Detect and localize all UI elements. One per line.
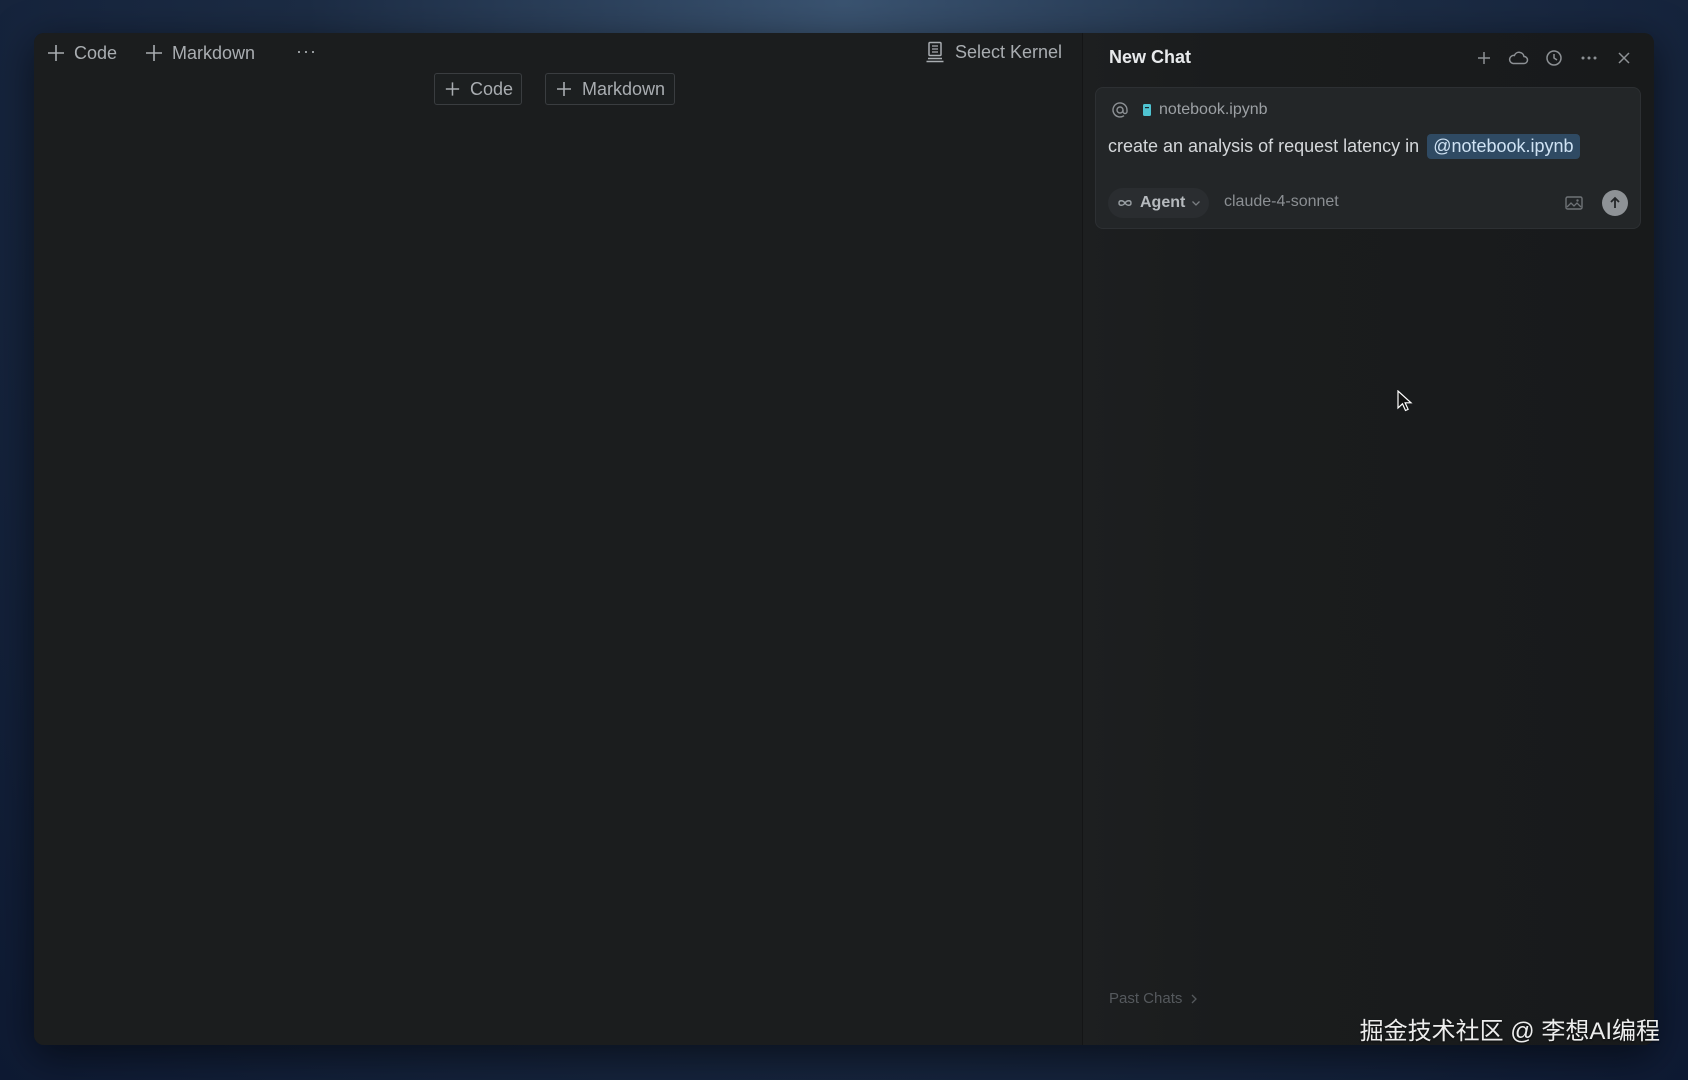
attach-image-button[interactable]: [1564, 193, 1584, 213]
plus-icon: [48, 45, 64, 61]
toolbar-more-button[interactable]: ···: [296, 41, 317, 62]
past-chats-link[interactable]: Past Chats: [1109, 990, 1198, 1007]
close-chat-button[interactable]: [1613, 47, 1634, 68]
chevron-right-icon: [1191, 994, 1198, 1003]
mode-label: Agent: [1140, 194, 1186, 211]
add-code-cell-button[interactable]: Code: [46, 41, 117, 65]
arrow-up-icon: [1610, 196, 1620, 208]
plus-icon: [445, 82, 460, 96]
chat-panel: New Chat notebook.ipynb create an analys…: [1083, 33, 1654, 1045]
context-row: notebook.ipynb: [1110, 100, 1268, 120]
add-markdown-cell-button[interactable]: Markdown: [144, 41, 255, 65]
watermark: 掘金技术社区 @ 李想AI编程: [1359, 1018, 1660, 1045]
insert-code-cell-button[interactable]: Code: [434, 73, 522, 105]
history-button[interactable]: [1543, 47, 1564, 68]
insert-markdown-cell-button[interactable]: Markdown: [545, 73, 675, 105]
composer-controls: Agent claude-4-sonnet: [1108, 188, 1628, 218]
file-mention[interactable]: @notebook.ipynb: [1427, 134, 1580, 159]
infinity-icon: [1118, 200, 1132, 206]
image-icon: [1565, 196, 1583, 210]
plus-icon: [1477, 51, 1490, 64]
prompt-input[interactable]: create an analysis of request latency in…: [1108, 134, 1580, 159]
add-markdown-label: Markdown: [172, 42, 256, 63]
send-button[interactable]: [1602, 190, 1628, 216]
insert-markdown-label: Markdown: [582, 78, 666, 99]
add-code-label: Code: [74, 42, 118, 63]
kernel-icon: [926, 41, 944, 63]
chat-composer[interactable]: notebook.ipynb create an analysis of req…: [1095, 87, 1641, 229]
app-window: Code Markdown ··· Select Kernel Code Mar…: [34, 33, 1654, 1045]
notebook-toolbar: Code Markdown ··· Select Kernel: [34, 33, 1082, 73]
cloud-icon: [1508, 51, 1529, 64]
select-kernel-button[interactable]: Select Kernel: [925, 41, 1062, 63]
insert-code-label: Code: [469, 78, 513, 99]
more-icon: [1581, 56, 1596, 59]
model-selector[interactable]: claude-4-sonnet: [1224, 193, 1339, 211]
context-file-pill[interactable]: notebook.ipynb: [1142, 101, 1268, 119]
mouse-cursor-icon: [1397, 390, 1413, 412]
chat-more-button[interactable]: [1578, 47, 1599, 68]
close-icon: [1617, 51, 1630, 64]
context-file-name: notebook.ipynb: [1159, 101, 1268, 118]
past-chats-label: Past Chats: [1109, 990, 1183, 1007]
add-context-button[interactable]: [1110, 100, 1130, 120]
select-kernel-label: Select Kernel: [954, 41, 1062, 62]
prompt-text: create an analysis of request latency in: [1108, 136, 1420, 156]
chevron-down-icon: [1192, 201, 1201, 206]
at-icon: [1112, 102, 1128, 118]
plus-icon: [146, 45, 162, 61]
notebook-file-icon: [1143, 104, 1151, 116]
insert-cell-row: Code Markdown: [34, 73, 1082, 107]
plus-icon: [557, 82, 571, 96]
cloud-button[interactable]: [1508, 47, 1529, 68]
chat-title: New Chat: [1109, 47, 1192, 67]
notebook-editor: Code Markdown ··· Select Kernel Code Mar…: [34, 33, 1082, 1045]
mode-selector[interactable]: Agent: [1108, 188, 1210, 218]
new-chat-button[interactable]: [1473, 47, 1494, 68]
history-icon: [1545, 49, 1562, 66]
chat-header: New Chat: [1083, 33, 1654, 83]
chat-header-actions: [1473, 47, 1634, 68]
